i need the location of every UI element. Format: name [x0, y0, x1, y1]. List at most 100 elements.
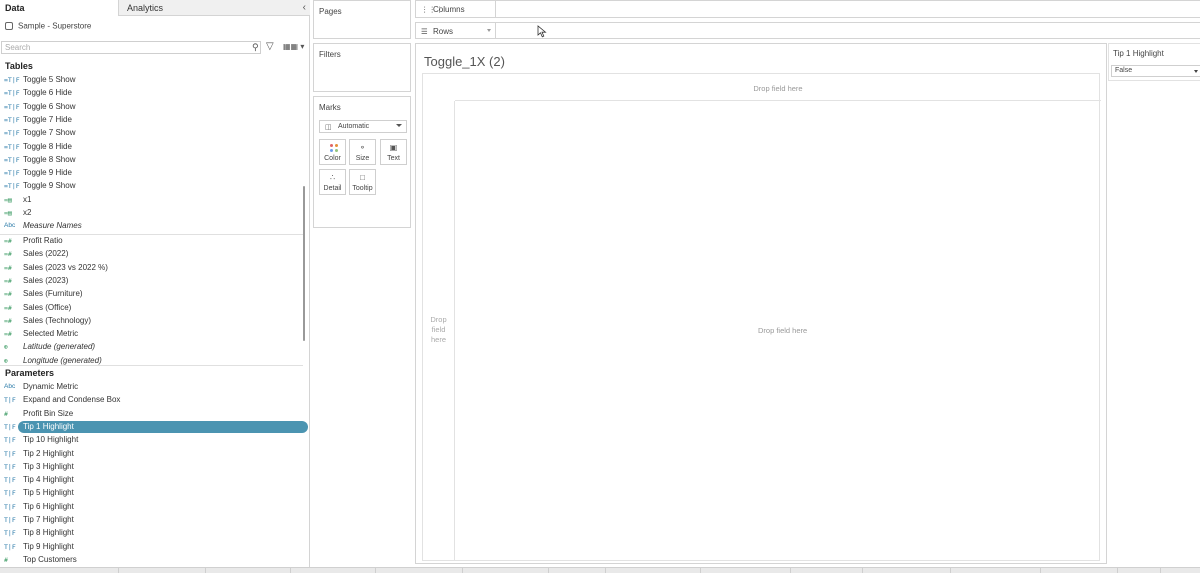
- sheet-tab-divider: [1040, 568, 1041, 573]
- calc-table-icon: =▤: [4, 209, 12, 217]
- tooltip-button[interactable]: □ Tooltip: [349, 169, 376, 195]
- field-row[interactable]: =# Sales (2023 vs 2022 %): [0, 262, 300, 275]
- search-icon[interactable]: ⚲: [252, 42, 259, 53]
- field-label: Tip 1 Highlight: [23, 421, 74, 431]
- calc-string-icon: =T|F: [4, 129, 20, 138]
- rows-label: Rows: [433, 27, 454, 36]
- boolean-icon: T|F: [4, 516, 16, 524]
- field-row[interactable]: =# Profit Ratio: [0, 235, 300, 248]
- search-input[interactable]: [1, 41, 261, 54]
- sheet-tab-strip[interactable]: [0, 567, 1200, 573]
- datasource-label: Sample - Superstore: [18, 21, 92, 31]
- field-row[interactable]: =T|F Toggle 8 Show: [0, 154, 300, 167]
- field-row[interactable]: T|F Tip 2 Highlight: [0, 448, 300, 461]
- field-row[interactable]: =▤ x2: [0, 207, 300, 220]
- field-row[interactable]: =# Sales (Office): [0, 302, 300, 315]
- pages-card[interactable]: Pages: [313, 0, 411, 39]
- field-label: Tip 3 Highlight: [23, 461, 74, 471]
- field-row[interactable]: T|F Tip 7 Highlight: [0, 514, 300, 527]
- filters-card[interactable]: Filters: [313, 43, 411, 92]
- field-row[interactable]: T|F Tip 4 Highlight: [0, 474, 300, 487]
- field-row[interactable]: # Top Customers: [0, 554, 300, 567]
- field-row[interactable]: =T|F Toggle 7 Show: [0, 127, 300, 140]
- field-row[interactable]: ⊕ Latitude (generated): [0, 341, 300, 354]
- field-label: Toggle 6 Show: [23, 101, 76, 111]
- boolean-icon: T|F: [4, 396, 16, 405]
- text-icon: ▣: [389, 143, 398, 152]
- calc-number-icon: =#: [4, 330, 12, 339]
- field-row[interactable]: T|F Tip 9 Highlight: [0, 541, 300, 554]
- field-row[interactable]: =▤ x1: [0, 194, 300, 207]
- field-row[interactable]: T|F Tip 1 Highlight: [0, 420, 308, 434]
- field-row[interactable]: # Profit Bin Size: [0, 408, 300, 421]
- field-row[interactable]: =T|F Toggle 7 Hide: [0, 114, 300, 127]
- tables-parameters-divider: [0, 365, 303, 366]
- columns-shelf[interactable]: ⋮⋮⋮ Columns: [415, 0, 1200, 18]
- sheet-tab-divider: [950, 568, 951, 573]
- field-row[interactable]: T|F Tip 8 Highlight: [0, 527, 300, 540]
- field-row[interactable]: T|F Expand and Condense Box: [0, 394, 300, 407]
- calc-number-icon: =#: [4, 276, 12, 285]
- text-button[interactable]: ▣ Text: [380, 139, 407, 165]
- calc-number-icon: =#: [4, 237, 12, 245]
- tables-scrollbar[interactable]: [303, 186, 305, 341]
- filter-icon[interactable]: ▽: [266, 41, 274, 52]
- boolean-icon: T|F: [4, 476, 16, 485]
- field-row[interactable]: =# Sales (Furniture): [0, 288, 300, 301]
- field-label: Sales (Furniture): [23, 289, 83, 299]
- sheet-tab-divider: [205, 568, 206, 573]
- field-label: Selected Metric: [23, 329, 79, 339]
- field-row[interactable]: =# Sales (2023): [0, 275, 300, 288]
- field-label: Sales (2023 vs 2022 %): [23, 262, 108, 272]
- parameter-value-dropdown[interactable]: False: [1111, 65, 1200, 77]
- rows-shelf[interactable]: ☰ Rows: [415, 22, 1200, 39]
- field-row[interactable]: =T|F Toggle 6 Hide: [0, 87, 300, 100]
- filters-title: Filters: [319, 50, 341, 59]
- color-label: Color: [324, 155, 341, 162]
- field-row[interactable]: Abc Measure Names: [0, 220, 300, 233]
- field-row[interactable]: T|F Tip 5 Highlight: [0, 487, 300, 500]
- datasource-icon: [5, 21, 13, 30]
- search-row: ⚲ ▽ ▦▦ ▾: [0, 40, 310, 56]
- field-row[interactable]: =T|F Toggle 9 Show: [0, 180, 300, 193]
- mark-type-icon: ◫: [325, 124, 332, 131]
- text-label: Text: [387, 155, 400, 162]
- rows-chevron-icon[interactable]: [487, 29, 491, 32]
- size-button[interactable]: ⚬ Size: [349, 139, 376, 165]
- mark-type-dropdown[interactable]: ◫ Automatic: [319, 120, 407, 133]
- rows-drop-zone[interactable]: Drop field here: [423, 101, 455, 561]
- calc-number-icon: =#: [4, 316, 12, 325]
- boolean-icon: T|F: [4, 542, 16, 551]
- tab-data[interactable]: Data: [0, 0, 118, 16]
- field-row[interactable]: =T|F Toggle 6 Show: [0, 101, 300, 114]
- tab-analytics[interactable]: Analytics ‹: [118, 0, 310, 16]
- field-row[interactable]: T|F Tip 6 Highlight: [0, 501, 300, 514]
- chevron-left-icon[interactable]: ‹: [303, 2, 306, 13]
- field-row[interactable]: Abc Dynamic Metric: [0, 381, 300, 394]
- field-label: Dynamic Metric: [23, 382, 79, 391]
- detail-button[interactable]: ∴ Detail: [319, 169, 346, 195]
- field-row[interactable]: =T|F Toggle 9 Hide: [0, 167, 300, 180]
- field-label: Sales (Office): [23, 302, 72, 312]
- field-row[interactable]: T|F Tip 3 Highlight: [0, 461, 300, 474]
- view-options-icon[interactable]: ▦▦ ▾: [283, 42, 304, 51]
- field-row[interactable]: =T|F Toggle 8 Hide: [0, 141, 300, 154]
- parameter-value: False: [1115, 67, 1133, 74]
- field-label: Tip 6 Highlight: [23, 501, 74, 511]
- field-row[interactable]: =# Sales (Technology): [0, 315, 300, 328]
- detail-label: Detail: [323, 185, 342, 192]
- field-row[interactable]: T|F Tip 10 Highlight: [0, 434, 300, 447]
- worksheet-title[interactable]: Toggle_1X (2): [424, 54, 505, 69]
- field-label: Tip 5 Highlight: [23, 488, 74, 498]
- datasource-item[interactable]: Sample - Superstore: [0, 17, 310, 35]
- field-label: Sales (2023): [23, 275, 69, 285]
- color-button[interactable]: Color: [319, 139, 346, 165]
- field-row[interactable]: =# Selected Metric: [0, 328, 300, 341]
- body-drop-label[interactable]: Drop field here: [758, 326, 807, 335]
- rows-icon: ☰: [421, 27, 428, 36]
- field-row[interactable]: =# Sales (2022): [0, 248, 300, 261]
- columns-drop-zone[interactable]: Drop field here: [455, 74, 1101, 101]
- field-label: Toggle 9 Show: [23, 181, 76, 191]
- sheet-tab-divider: [375, 568, 376, 573]
- field-row[interactable]: =T|F Toggle 5 Show: [0, 74, 300, 87]
